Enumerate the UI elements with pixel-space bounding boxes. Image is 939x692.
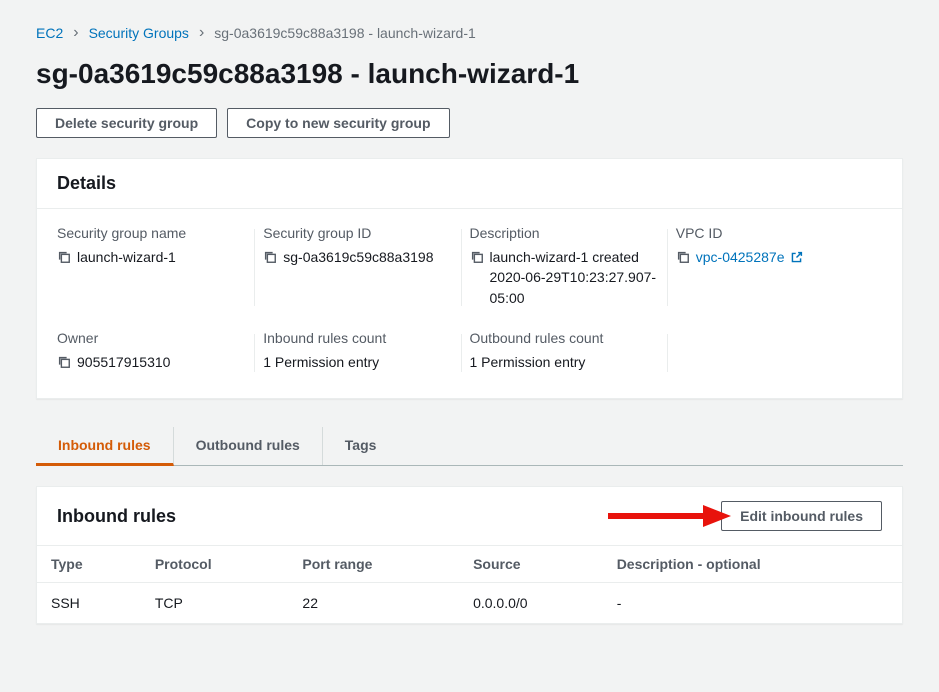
- tabs: Inbound rules Outbound rules Tags: [36, 427, 903, 466]
- detail-inbound-count: Inbound rules count 1 Permission entry: [263, 330, 469, 396]
- col-protocol: Protocol: [141, 546, 289, 583]
- detail-label: Outbound rules count: [470, 330, 658, 346]
- detail-label: Security group ID: [263, 225, 451, 241]
- detail-description: Description launch-wizard-1 created 2020…: [470, 225, 676, 330]
- copy-to-new-security-group-button[interactable]: Copy to new security group: [227, 108, 449, 138]
- col-port-range: Port range: [288, 546, 459, 583]
- detail-label: VPC ID: [676, 225, 864, 241]
- detail-value: 1 Permission entry: [263, 352, 379, 372]
- detail-label: Security group name: [57, 225, 245, 241]
- detail-label: Owner: [57, 330, 245, 346]
- inbound-rules-heading: Inbound rules: [57, 506, 176, 527]
- page-title: sg-0a3619c59c88a3198 - launch-wizard-1: [36, 58, 903, 90]
- detail-empty: [676, 330, 882, 396]
- copy-icon[interactable]: [676, 249, 690, 269]
- delete-security-group-button[interactable]: Delete security group: [36, 108, 217, 138]
- copy-icon[interactable]: [57, 249, 71, 269]
- action-row: Delete security group Copy to new securi…: [36, 108, 903, 138]
- tab-tags[interactable]: Tags: [323, 427, 399, 465]
- inbound-rules-panel: Inbound rules Edit inbound rules Type Pr…: [36, 486, 903, 624]
- breadcrumb-ec2[interactable]: EC2: [36, 25, 63, 41]
- edit-inbound-rules-button[interactable]: Edit inbound rules: [721, 501, 882, 531]
- copy-icon[interactable]: [263, 249, 277, 269]
- detail-sg-id: Security group ID sg-0a3619c59c88a3198: [263, 225, 469, 330]
- vpc-link[interactable]: vpc-0425287e: [696, 247, 804, 269]
- external-link-icon: [790, 249, 803, 269]
- detail-vpc-id: VPC ID vpc-0425287e: [676, 225, 882, 330]
- details-header: Details: [37, 159, 902, 209]
- details-panel: Details Security group name launch-wizar…: [36, 158, 903, 399]
- chevron-right-icon: ›: [73, 24, 78, 42]
- detail-value: 905517915310: [77, 352, 170, 372]
- tab-inbound-rules[interactable]: Inbound rules: [36, 427, 174, 466]
- detail-sg-name: Security group name launch-wizard-1: [57, 225, 263, 330]
- detail-value: launch-wizard-1: [77, 247, 176, 267]
- detail-value: 1 Permission entry: [470, 352, 586, 372]
- chevron-right-icon: ›: [199, 24, 204, 42]
- detail-label: Inbound rules count: [263, 330, 451, 346]
- cell-source: 0.0.0.0/0: [459, 583, 603, 624]
- detail-value: launch-wizard-1 created 2020-06-29T10:23…: [490, 247, 658, 308]
- cell-description: -: [603, 583, 902, 624]
- tab-outbound-rules[interactable]: Outbound rules: [174, 427, 323, 465]
- cell-type: SSH: [37, 583, 141, 624]
- table-row: SSH TCP 22 0.0.0.0/0 -: [37, 583, 902, 624]
- detail-owner: Owner 905517915310: [57, 330, 263, 396]
- detail-value: vpc-0425287e: [696, 249, 785, 265]
- cell-protocol: TCP: [141, 583, 289, 624]
- breadcrumb-current: sg-0a3619c59c88a3198 - launch-wizard-1: [214, 25, 476, 41]
- detail-value: sg-0a3619c59c88a3198: [283, 247, 433, 267]
- col-description: Description - optional: [603, 546, 902, 583]
- copy-icon[interactable]: [57, 354, 71, 374]
- copy-icon[interactable]: [470, 249, 484, 269]
- cell-port-range: 22: [288, 583, 459, 624]
- detail-label: Description: [470, 225, 658, 241]
- breadcrumb-security-groups[interactable]: Security Groups: [89, 25, 189, 41]
- breadcrumb: EC2 › Security Groups › sg-0a3619c59c88a…: [36, 24, 903, 42]
- col-type: Type: [37, 546, 141, 583]
- col-source: Source: [459, 546, 603, 583]
- inbound-rules-table: Type Protocol Port range Source Descript…: [37, 545, 902, 623]
- detail-outbound-count: Outbound rules count 1 Permission entry: [470, 330, 676, 396]
- details-heading: Details: [57, 173, 882, 194]
